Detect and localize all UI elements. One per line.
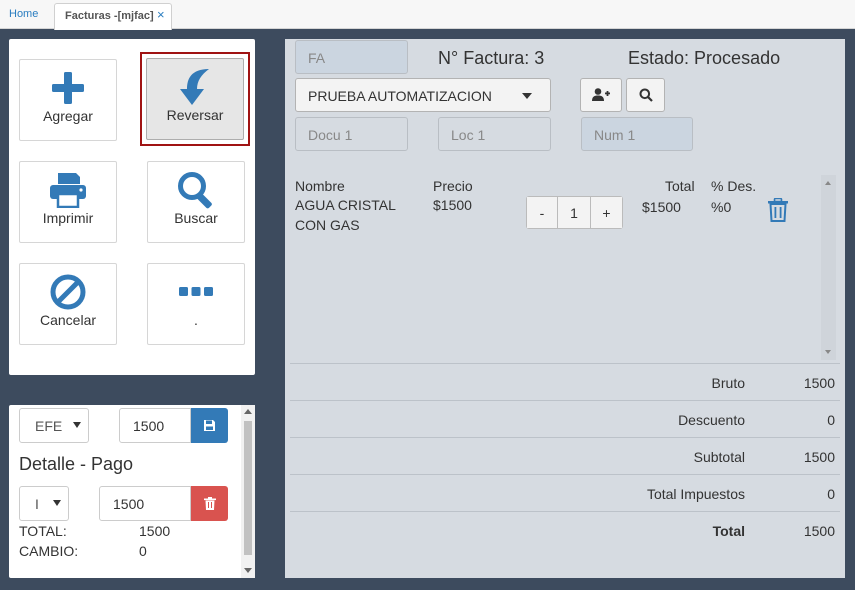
item-total: $1500 [642, 199, 681, 215]
tab-bar: Home Facturas -[mjfac] × [0, 0, 855, 30]
qty-increase-button[interactable]: + [590, 197, 622, 228]
reversar-button[interactable]: Reversar [146, 58, 244, 140]
loc-field[interactable]: Loc 1 [438, 117, 551, 151]
item-price: $1500 [433, 197, 472, 213]
item-name-line2: CON GAS [295, 217, 360, 233]
col-header-nombre: Nombre [295, 178, 345, 194]
imprimir-button[interactable]: Imprimir [19, 161, 117, 243]
summary-row-bruto: Bruto 1500 [290, 363, 840, 400]
summary-row-descuento: Descuento 0 [290, 400, 840, 437]
item-name-line1: AGUA CRISTAL [295, 197, 396, 213]
more-label: . [194, 312, 198, 328]
invoice-number: N° Factura: 3 [438, 48, 545, 68]
num-field[interactable]: Num 1 [581, 117, 693, 151]
buscar-button[interactable]: Buscar [147, 161, 245, 243]
scroll-up-icon[interactable] [825, 181, 831, 185]
search-icon [148, 170, 244, 210]
payment-scrollbar[interactable] [241, 405, 255, 578]
cancelar-button[interactable]: Cancelar [19, 263, 117, 345]
total-value: 1500 [139, 523, 171, 539]
change-label: CAMBIO: [19, 543, 79, 559]
actions-panel: Agregar Reversar Imprimir Buscar Cancela… [9, 39, 255, 375]
payment-line-amount-input[interactable]: 1500 [99, 486, 191, 521]
col-header-total: Total [665, 178, 695, 194]
payment-method-select[interactable]: EFE [19, 408, 89, 443]
total-label: TOTAL: [19, 523, 67, 539]
scrollbar-thumb[interactable] [244, 421, 252, 555]
delete-item-button[interactable] [767, 197, 789, 225]
payment-panel: EFE 1500 Detalle - Pago I 1500 TOTAL: 15… [9, 405, 255, 578]
summary-row-total: Total 1500 [290, 511, 840, 548]
trash-icon [768, 197, 788, 222]
reversar-label: Reversar [166, 107, 224, 123]
ellipsis-icon [148, 272, 244, 312]
invoice-type-field[interactable]: FA [295, 40, 408, 74]
plus-icon [20, 68, 116, 108]
col-header-precio: Precio [433, 178, 473, 194]
docu-field[interactable]: Docu 1 [295, 117, 408, 151]
tab-home[interactable]: Home [9, 8, 38, 20]
save-payment-button[interactable] [191, 408, 228, 443]
tab-facturas[interactable]: Facturas -[mjfac] × [54, 3, 172, 30]
add-user-icon [592, 88, 610, 101]
client-select[interactable]: PRUEBA AUTOMATIZACION [295, 78, 551, 112]
ban-icon [20, 272, 116, 312]
invoice-panel: FA N° Factura: 3 Estado: Procesado PRUEB… [285, 39, 845, 578]
col-header-descuento: % Des. [711, 178, 757, 194]
summary-row-impuestos: Total Impuestos 0 [290, 474, 840, 511]
delete-payment-button[interactable] [191, 486, 228, 521]
qty-decrease-button[interactable]: - [527, 197, 558, 228]
item-discount: %0 [711, 199, 732, 215]
payment-detail-title: Detalle - Pago [19, 454, 134, 474]
printer-icon [20, 170, 116, 210]
change-value: 0 [139, 543, 147, 559]
payment-line-method-select[interactable]: I [19, 486, 69, 521]
agregar-label: Agregar [43, 108, 93, 124]
chevron-down-icon [522, 93, 532, 99]
imprimir-label: Imprimir [42, 210, 94, 226]
qty-value[interactable]: 1 [558, 197, 590, 228]
summary-row-subtotal: Subtotal 1500 [290, 437, 840, 474]
quantity-stepper: - 1 + [526, 196, 623, 229]
search-icon [639, 88, 653, 102]
trash-icon [203, 497, 216, 510]
invoice-status: Estado: Procesado [628, 48, 781, 68]
agregar-button[interactable]: Agregar [19, 59, 117, 141]
tab-facturas-label: Facturas -[mjfac] [65, 10, 154, 22]
items-scrollbar[interactable] [821, 175, 836, 360]
chevron-down-icon [53, 500, 61, 506]
save-icon [204, 420, 215, 431]
more-button[interactable]: . [147, 263, 245, 345]
search-client-button[interactable] [626, 78, 665, 112]
cancelar-label: Cancelar [39, 312, 97, 328]
undo-arrow-icon [147, 67, 243, 107]
chevron-down-icon [73, 422, 81, 428]
add-client-button[interactable] [580, 78, 622, 112]
close-icon[interactable]: × [157, 7, 165, 22]
scroll-down-icon[interactable] [825, 350, 831, 354]
payment-amount-input[interactable]: 1500 [119, 408, 191, 443]
buscar-label: Buscar [174, 210, 218, 226]
